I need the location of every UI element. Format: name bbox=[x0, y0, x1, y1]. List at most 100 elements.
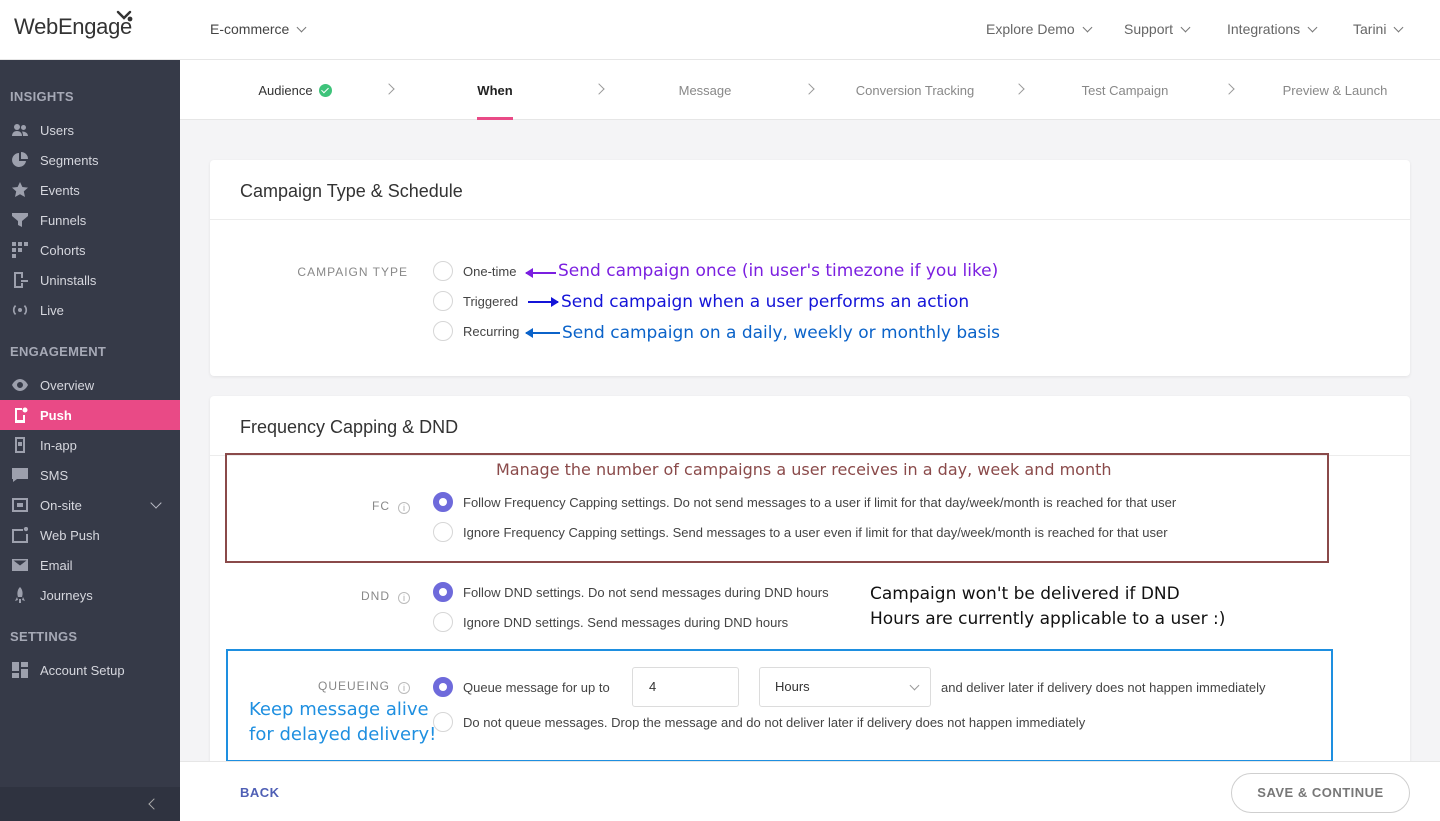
sidebar-item-journeys[interactable]: Journeys bbox=[0, 580, 180, 610]
info-icon[interactable]: i bbox=[398, 682, 410, 694]
inapp-icon bbox=[10, 437, 30, 453]
mobile-icon bbox=[10, 407, 30, 423]
fc-label: FC i bbox=[300, 499, 410, 514]
user-name: Tarini bbox=[1353, 21, 1387, 37]
explore-demo-label: Explore Demo bbox=[986, 21, 1075, 37]
chevron-down-icon bbox=[296, 22, 307, 33]
pie-icon bbox=[10, 152, 30, 168]
dnd-label-text: DND bbox=[361, 589, 390, 603]
sidebar-item-on-site[interactable]: On-site bbox=[0, 490, 180, 520]
card-title: Frequency Capping & DND bbox=[210, 396, 1410, 456]
radio-queue-message[interactable] bbox=[433, 677, 453, 697]
sidebar-item-label: Push bbox=[40, 407, 72, 423]
info-icon[interactable]: i bbox=[398, 502, 410, 514]
step-message[interactable]: Message bbox=[615, 83, 795, 98]
option-recurring: Recurring bbox=[463, 324, 520, 339]
collapse-sidebar-button[interactable] bbox=[0, 787, 180, 821]
webengage-logo[interactable]: WebEngage bbox=[14, 10, 133, 40]
step-label: Conversion Tracking bbox=[855, 83, 975, 98]
section-heading-settings: SETTINGS bbox=[10, 629, 78, 644]
sidebar-item-uninstalls[interactable]: Uninstalls bbox=[0, 265, 180, 295]
mail-icon bbox=[10, 557, 30, 573]
info-icon[interactable]: i bbox=[398, 592, 410, 604]
sidebar-item-label: Events bbox=[40, 182, 80, 198]
support-menu[interactable]: Support bbox=[1124, 21, 1191, 37]
queue-duration-input[interactable]: 4 bbox=[632, 667, 739, 707]
chevron-down-icon bbox=[1307, 22, 1318, 33]
radio-triggered[interactable] bbox=[433, 291, 453, 311]
sidebar-item-label: In-app bbox=[40, 437, 77, 453]
option-ignore-fc: Ignore Frequency Capping settings. Send … bbox=[463, 525, 1168, 540]
explore-demo-menu[interactable]: Explore Demo bbox=[986, 21, 1093, 37]
step-audience[interactable]: Audience bbox=[205, 83, 385, 98]
sidebar: INSIGHTS Users Segments Events Funnels C… bbox=[0, 60, 180, 821]
back-button[interactable]: BACK bbox=[240, 785, 280, 800]
sidebar-item-web-push[interactable]: Web Push bbox=[0, 520, 180, 550]
sidebar-item-sms[interactable]: SMS bbox=[0, 460, 180, 490]
chevron-right-icon bbox=[383, 83, 395, 95]
sidebar-item-label: Users bbox=[40, 122, 74, 138]
sidebar-item-label: Journeys bbox=[40, 587, 93, 603]
radio-ignore-fc[interactable] bbox=[433, 522, 453, 542]
option-ignore-dnd: Ignore DND settings. Send messages durin… bbox=[463, 615, 789, 630]
step-label: Test Campaign bbox=[1081, 83, 1169, 98]
chevron-down-icon bbox=[1082, 22, 1093, 33]
chevron-right-icon bbox=[593, 83, 605, 95]
radio-recurring[interactable] bbox=[433, 321, 453, 341]
broadcast-icon bbox=[10, 302, 30, 318]
chevron-down-icon bbox=[1394, 22, 1404, 33]
check-circle-icon bbox=[318, 84, 332, 97]
sidebar-item-label: Uninstalls bbox=[40, 272, 97, 288]
campaign-steps: Audience When Message Conversion Trackin… bbox=[180, 60, 1440, 120]
radio-one-time[interactable] bbox=[433, 261, 453, 281]
eye-icon bbox=[10, 377, 30, 393]
step-test-campaign[interactable]: Test Campaign bbox=[1035, 83, 1215, 98]
project-selector[interactable]: E-commerce bbox=[210, 21, 307, 37]
card-title: Campaign Type & Schedule bbox=[210, 160, 1410, 220]
annotation-triggered: Send campaign when a user performs an ac… bbox=[561, 292, 970, 312]
step-preview-launch[interactable]: Preview & Launch bbox=[1245, 83, 1425, 98]
annotation-recurring: Send campaign on a daily, weekly or mont… bbox=[562, 323, 1001, 343]
sidebar-item-push[interactable]: Push bbox=[0, 400, 180, 430]
queueing-label-text: QUEUEING bbox=[317, 679, 390, 693]
sidebar-item-account-setup[interactable]: Account Setup bbox=[0, 655, 180, 685]
fc-label-text: FC bbox=[372, 499, 390, 513]
arrow-left-icon bbox=[525, 268, 556, 278]
step-label: When bbox=[477, 83, 513, 98]
sidebar-item-email[interactable]: Email bbox=[0, 550, 180, 580]
sidebar-item-label: Live bbox=[40, 302, 64, 318]
support-label: Support bbox=[1124, 21, 1174, 37]
user-menu[interactable]: Tarini bbox=[1353, 21, 1404, 37]
annotation-queue-line2: for delayed delivery! bbox=[249, 724, 437, 745]
funnel-icon bbox=[10, 212, 30, 228]
sidebar-item-in-app[interactable]: In-app bbox=[0, 430, 180, 460]
queueing-label: QUEUEING i bbox=[280, 679, 410, 694]
sidebar-item-live[interactable]: Live bbox=[0, 295, 180, 325]
option-one-time: One-time bbox=[463, 264, 517, 279]
logo-text: WebEngage bbox=[14, 14, 132, 39]
integrations-menu[interactable]: Integrations bbox=[1227, 21, 1318, 37]
sidebar-item-funnels[interactable]: Funnels bbox=[0, 205, 180, 235]
chevron-right-icon bbox=[803, 83, 815, 95]
sidebar-item-segments[interactable]: Segments bbox=[0, 145, 180, 175]
radio-follow-dnd[interactable] bbox=[433, 582, 453, 602]
radio-ignore-dnd[interactable] bbox=[433, 612, 453, 632]
project-name: E-commerce bbox=[210, 21, 290, 37]
sidebar-item-cohorts[interactable]: Cohorts bbox=[0, 235, 180, 265]
chevron-down-icon[interactable] bbox=[150, 497, 162, 509]
radio-follow-fc[interactable] bbox=[433, 492, 453, 512]
queue-unit-select[interactable]: Hours bbox=[759, 667, 931, 707]
step-conversion-tracking[interactable]: Conversion Tracking bbox=[825, 83, 1005, 98]
sidebar-item-users[interactable]: Users bbox=[0, 115, 180, 145]
annotation-dnd-line2: Hours are currently applicable to a user… bbox=[870, 609, 1226, 629]
option-triggered: Triggered bbox=[463, 294, 519, 309]
queue-unit-value: Hours bbox=[775, 679, 810, 694]
sidebar-item-overview[interactable]: Overview bbox=[0, 370, 180, 400]
step-when[interactable]: When bbox=[405, 83, 585, 98]
save-continue-button[interactable]: SAVE & CONTINUE bbox=[1231, 773, 1410, 813]
grid-icon bbox=[10, 242, 30, 258]
chevron-right-icon bbox=[1223, 83, 1235, 95]
sidebar-item-events[interactable]: Events bbox=[0, 175, 180, 205]
radio-do-not-queue[interactable] bbox=[433, 712, 453, 732]
users-icon bbox=[10, 122, 30, 138]
